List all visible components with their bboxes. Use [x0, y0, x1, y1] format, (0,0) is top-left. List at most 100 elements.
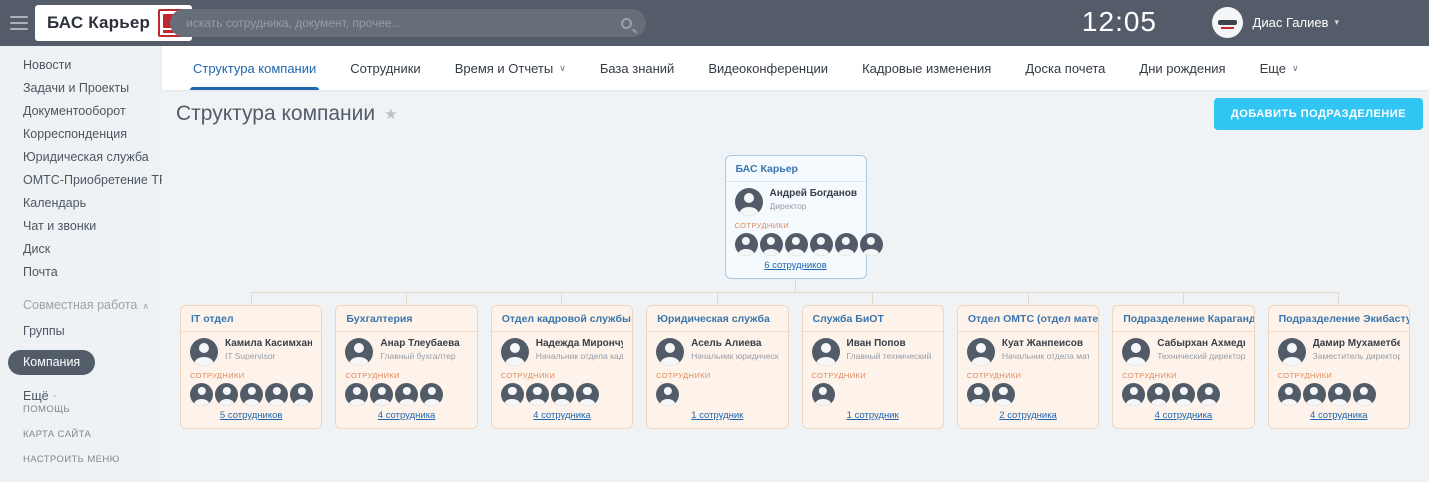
department-head-avatar[interactable] [501, 338, 529, 366]
sidebar-item[interactable]: Документооборот [0, 100, 162, 123]
employee-avatar-icon[interactable] [860, 233, 883, 256]
department-title[interactable]: Бухгалтерия [336, 306, 476, 332]
company-head-name[interactable]: Андрей Богданович [770, 188, 857, 199]
department-head-avatar[interactable] [812, 338, 840, 366]
sidebar-item[interactable]: Корреспонденция [0, 123, 162, 146]
department-head-name[interactable]: Сабырхан Ахмедьянов [1157, 338, 1244, 349]
department-title[interactable]: Юридическая служба [647, 306, 787, 332]
sidebar-footer-item[interactable]: НАСТРОИТЬ МЕНЮ [0, 447, 162, 472]
department-head-name[interactable]: Дамир Мухаметбеков [1313, 338, 1400, 349]
department-title[interactable]: Отдел кадровой службы [492, 306, 632, 332]
department-head-avatar[interactable] [656, 338, 684, 366]
favorite-star-icon[interactable]: ★ [384, 105, 397, 123]
employee-avatar-icon[interactable] [1197, 383, 1220, 406]
employees-count-link[interactable]: 4 сотрудника [345, 410, 467, 421]
employee-avatar-icon[interactable] [240, 383, 263, 406]
employee-avatar-icon[interactable] [810, 233, 833, 256]
employee-avatar-icon[interactable] [576, 383, 599, 406]
employee-avatar-icon[interactable] [656, 383, 679, 406]
sidebar-sub-item[interactable]: Группы [0, 318, 162, 344]
department-card[interactable]: IT отдел Камила Касимханова IT Superviso… [180, 305, 322, 429]
sidebar-footer-item[interactable]: ПОМОЩЬ [0, 397, 162, 422]
employee-avatar-icon[interactable] [967, 383, 990, 406]
app-logo[interactable]: БАС Карьер [35, 5, 192, 41]
employee-avatar-icon[interactable] [1172, 383, 1195, 406]
sidebar-item[interactable]: Календарь [0, 192, 162, 215]
company-head-avatar[interactable] [735, 188, 763, 216]
department-head-avatar[interactable] [345, 338, 373, 366]
employee-avatar-icon[interactable] [190, 383, 213, 406]
employee-avatar-icon[interactable] [1303, 383, 1326, 406]
department-head-name[interactable]: Камила Касимханова [225, 338, 312, 349]
employees-count-link[interactable]: 4 сотрудника [1122, 410, 1244, 421]
department-title[interactable]: Подразделение Караганда [1113, 306, 1253, 332]
employee-avatar-icon[interactable] [785, 233, 808, 256]
employee-avatar-icon[interactable] [370, 383, 393, 406]
department-head-name[interactable]: Асель Алиева [691, 338, 778, 349]
tab[interactable]: Время и Отчеты ∨ [455, 46, 566, 90]
search-icon[interactable] [621, 18, 632, 29]
employee-avatar-icon[interactable] [992, 383, 1015, 406]
department-card[interactable]: Юридическая служба Асель Алиева Начальни… [646, 305, 788, 429]
department-title[interactable]: Подразделение Экибастуз [1269, 306, 1409, 332]
employees-count-link[interactable]: 4 сотрудника [1278, 410, 1400, 421]
department-head-avatar[interactable] [967, 338, 995, 366]
sidebar-item[interactable]: Задачи и Проекты [0, 77, 162, 100]
department-card[interactable]: Служба БиОТ Иван Попов Главный техническ… [802, 305, 944, 429]
sidebar-item[interactable]: Новости [0, 54, 162, 77]
department-card[interactable]: Отдел ОМТС (отдел материал... Куат Жанпе… [957, 305, 1099, 429]
employee-avatar-icon[interactable] [1353, 383, 1376, 406]
tab[interactable]: Сотрудники [350, 46, 420, 90]
employee-avatar-icon[interactable] [551, 383, 574, 406]
tab[interactable]: Еще ∨ [1260, 46, 1299, 90]
department-head-name[interactable]: Анар Тлеубаева [380, 338, 459, 349]
sidebar-item[interactable]: ОМТС-Приобретение ТРУ [0, 169, 162, 192]
employee-avatar-icon[interactable] [835, 233, 858, 256]
search-input[interactable] [170, 16, 621, 30]
employee-avatar-icon[interactable] [1328, 383, 1351, 406]
user-menu[interactable]: Диас Галиев ▾ [1212, 7, 1339, 38]
employee-avatar-icon[interactable] [215, 383, 238, 406]
department-card[interactable]: Отдел кадровой службы Надежда Мирончук Н… [491, 305, 633, 429]
hamburger-menu-icon[interactable] [10, 16, 28, 30]
employee-avatar-icon[interactable] [290, 383, 313, 406]
department-title[interactable]: IT отдел [181, 306, 321, 332]
employee-avatar-icon[interactable] [420, 383, 443, 406]
sidebar-sub-item[interactable]: Компания [0, 344, 162, 381]
department-title[interactable]: Отдел ОМТС (отдел материал... [958, 306, 1098, 332]
add-department-button[interactable]: ДОБАВИТЬ ПОДРАЗДЕЛЕНИЕ [1214, 98, 1423, 130]
department-head-name[interactable]: Надежда Мирончук [536, 338, 623, 349]
employee-avatar-icon[interactable] [812, 383, 835, 406]
department-head-avatar[interactable] [1122, 338, 1150, 366]
employee-avatar-icon[interactable] [1278, 383, 1301, 406]
tab[interactable]: База знаний [600, 46, 675, 90]
user-avatar[interactable] [1212, 7, 1243, 38]
tab[interactable]: Видеоконференции [708, 46, 828, 90]
employees-count-link[interactable]: 1 сотрудник [656, 410, 778, 421]
sidebar-section-collaboration[interactable]: Совместная работа∧ [0, 284, 162, 318]
employees-count-link[interactable]: 2 сотрудника [967, 410, 1089, 421]
sidebar-item[interactable]: Почта [0, 261, 162, 284]
employee-avatar-icon[interactable] [1147, 383, 1170, 406]
sidebar-footer-item[interactable]: КАРТА САЙТА [0, 422, 162, 447]
employee-avatar-icon[interactable] [345, 383, 368, 406]
tab[interactable]: Дни рождения [1139, 46, 1225, 90]
sidebar-item[interactable]: Юридическая служба [0, 146, 162, 169]
employees-count-link[interactable]: 4 сотрудника [501, 410, 623, 421]
sidebar-item[interactable]: Чат и звонки [0, 215, 162, 238]
employee-avatar-icon[interactable] [501, 383, 524, 406]
tab[interactable]: Доска почета [1025, 46, 1105, 90]
employee-avatar-icon[interactable] [1122, 383, 1145, 406]
tab[interactable]: Кадровые изменения [862, 46, 991, 90]
company-title[interactable]: БАС Карьер [726, 156, 866, 182]
department-head-avatar[interactable] [1278, 338, 1306, 366]
employees-count-link[interactable]: 1 сотрудник [812, 410, 934, 421]
department-head-name[interactable]: Куат Жанпеисов [1002, 338, 1089, 349]
employee-avatar-icon[interactable] [265, 383, 288, 406]
tab[interactable]: Структура компании [193, 46, 316, 90]
employee-avatar-icon[interactable] [526, 383, 549, 406]
employees-count-link[interactable]: 5 сотрудников [190, 410, 312, 421]
employees-count-link[interactable]: 6 сотрудников [735, 260, 857, 271]
employee-avatar-icon[interactable] [395, 383, 418, 406]
sidebar-item[interactable]: Диск [0, 238, 162, 261]
